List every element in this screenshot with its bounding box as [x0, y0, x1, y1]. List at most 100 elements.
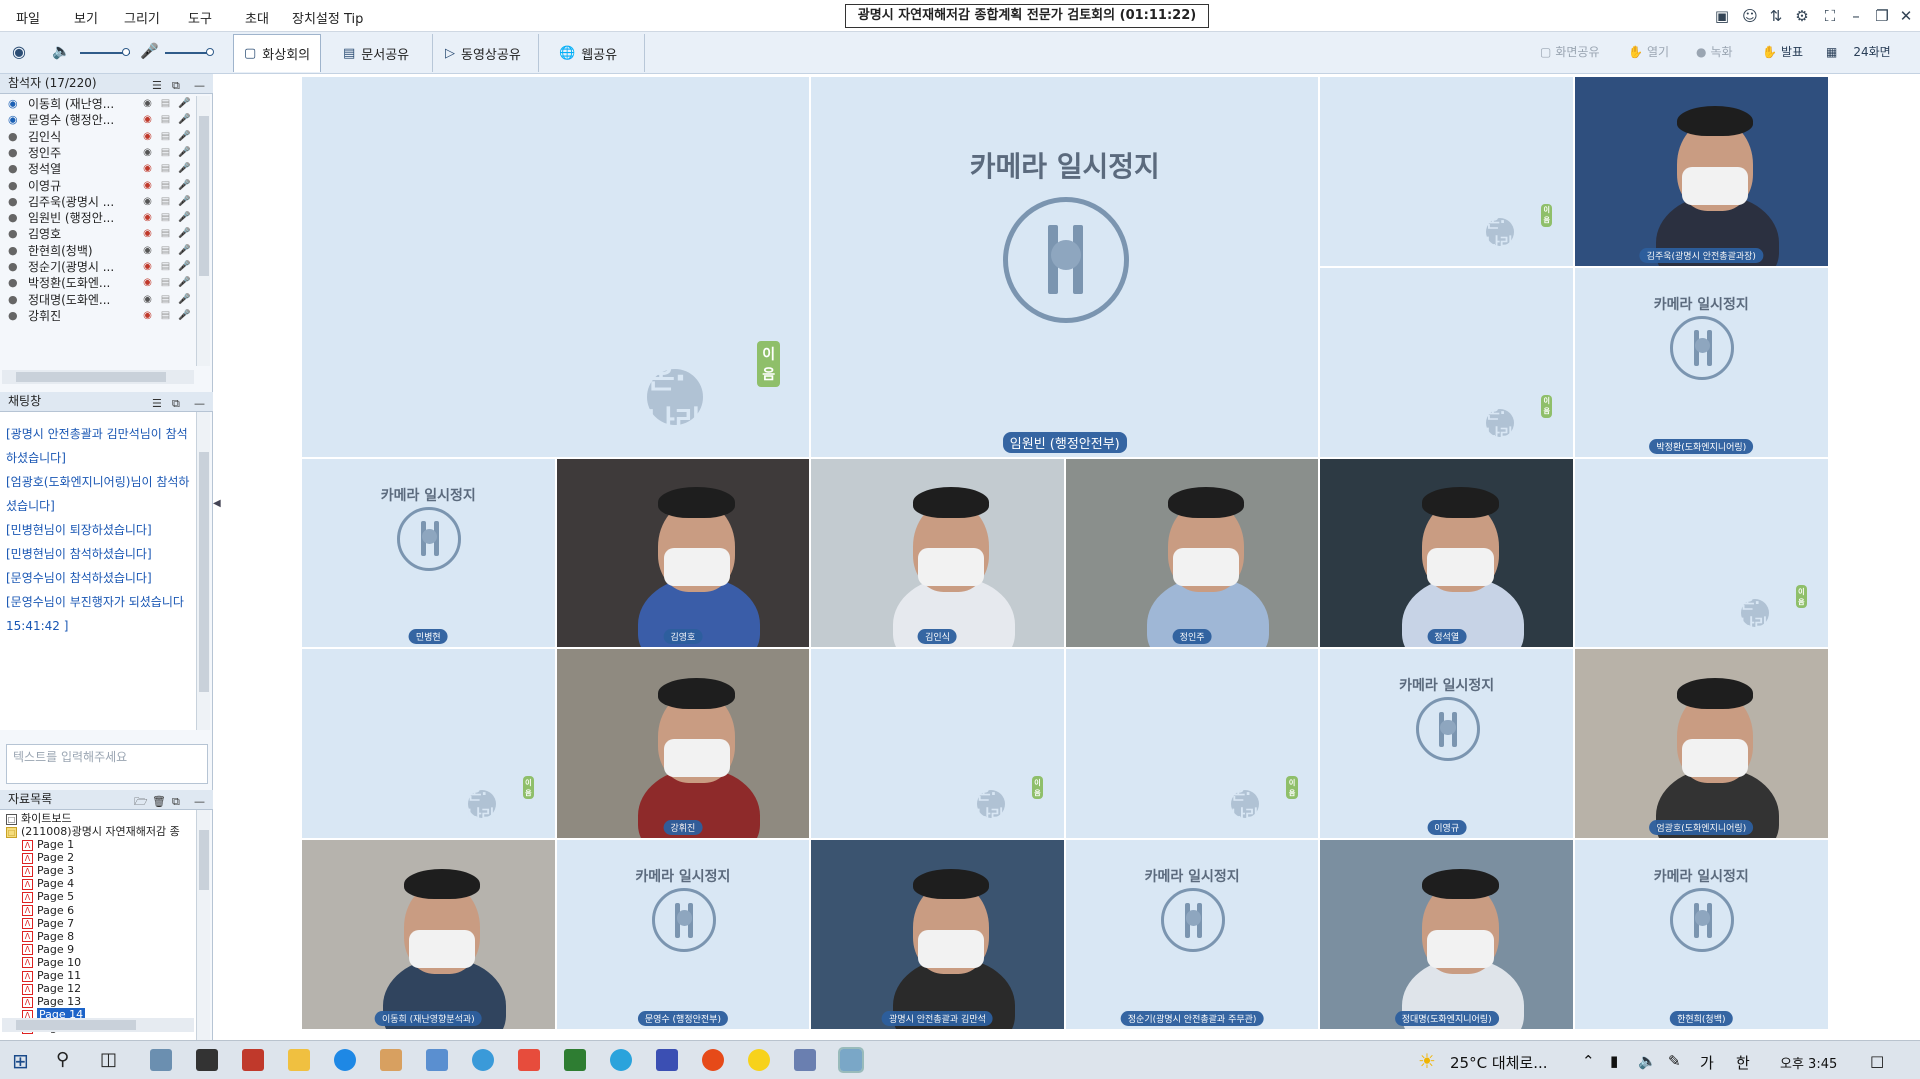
participant-row[interactable]: ● 정인주 ◉ ▤ 🎤	[6, 145, 194, 161]
camera-icon[interactable]: ◉	[142, 228, 153, 239]
save-icon[interactable]	[656, 1049, 678, 1071]
file-explorer-icon[interactable]	[288, 1049, 310, 1071]
user-icon[interactable]: ☺	[1740, 6, 1760, 26]
video-tile[interactable]: 카메라 일시정지 임원빈 (행정안전부)	[810, 76, 1320, 458]
camera-icon[interactable]: ◉	[142, 131, 153, 142]
page-item[interactable]: Λ Page 12	[22, 982, 81, 995]
layout-24-button[interactable]: ▦ 24화면	[1826, 43, 1891, 60]
speaker-volume-knob[interactable]	[122, 48, 130, 56]
menu-file[interactable]: 파일	[16, 8, 40, 27]
ie-icon[interactable]	[472, 1049, 494, 1071]
webcam-icon[interactable]: ◉	[12, 42, 26, 61]
document-icon[interactable]: ▤	[160, 294, 171, 305]
profile-icon[interactable]: ▣	[1712, 6, 1732, 26]
tab-video-share[interactable]: ▷ 동영상공유	[435, 34, 539, 72]
popout-icon[interactable]: ⧉	[172, 394, 180, 413]
scroll-thumb[interactable]	[199, 452, 209, 692]
popout-icon[interactable]: ⧉	[172, 792, 180, 811]
mic-icon[interactable]: 🎤	[178, 310, 190, 321]
participant-row[interactable]: ◉ 문영수 (행정안... ◉ ▤ 🎤	[6, 112, 194, 128]
search-icon[interactable]: ⚲	[56, 1049, 69, 1070]
camera-icon[interactable]: ◉	[142, 114, 153, 125]
participant-row[interactable]: ● 정석열 ◉ ▤ 🎤	[6, 161, 194, 177]
sort-icon[interactable]: ⇅	[1766, 6, 1786, 26]
menu-view[interactable]: 보기	[74, 8, 98, 27]
camera-icon[interactable]: ◉	[142, 212, 153, 223]
chevron-up-icon[interactable]: ⌃	[1582, 1052, 1595, 1070]
scroll-thumb[interactable]	[199, 830, 209, 890]
camera-icon[interactable]: ◉	[142, 98, 153, 109]
video-tile[interactable]: 광명시 안전총괄과 김만석	[810, 839, 1065, 1030]
participant-row[interactable]: ● 정순기(광명시 ... ◉ ▤ 🎤	[6, 259, 194, 275]
document-icon[interactable]: ▤	[160, 212, 171, 223]
tab-video-meeting[interactable]: ▢ 화상회의	[233, 34, 321, 72]
trash-icon[interactable]: 🗑	[152, 792, 166, 811]
page-item[interactable]: Λ Page 10	[22, 956, 81, 969]
video-tile[interactable]: 이동희 (재난영향분석과)	[301, 839, 556, 1030]
volume-icon[interactable]: 🔈	[1638, 1052, 1657, 1070]
store-icon[interactable]	[196, 1049, 218, 1071]
document-icon[interactable]: ▤	[160, 147, 171, 158]
camera-icon[interactable]: ◉	[142, 163, 153, 174]
video-tile[interactable]: 정대명(도화엔지니어링)	[1319, 839, 1574, 1030]
document-icon[interactable]: ▤	[160, 98, 171, 109]
participant-row[interactable]: ● 김인식 ◉ ▤ 🎤	[6, 129, 194, 145]
notification-icon[interactable]: □	[1870, 1052, 1884, 1070]
present-button[interactable]: ✋ 발표	[1762, 43, 1803, 60]
video-tile[interactable]: 카메라 일시정지 민병현	[301, 457, 556, 649]
menu-device-tip[interactable]: 장치설정 Tip	[292, 8, 363, 27]
ime-hangul[interactable]: 한	[1736, 1052, 1750, 1073]
video-tile[interactable]: 카메라 일시정지 한현희(청백)	[1574, 839, 1829, 1030]
page-item[interactable]: Λ Page 6	[22, 904, 74, 917]
video-tile[interactable]: 김인식	[810, 457, 1065, 649]
open-button[interactable]: ✋ 열기	[1628, 43, 1669, 60]
mic-icon[interactable]: 🎤	[178, 245, 190, 256]
document-icon[interactable]: ▤	[160, 310, 171, 321]
video-tile[interactable]: 온·나라 이음	[301, 76, 811, 458]
menu-tools[interactable]: 도구	[188, 8, 212, 27]
video-tile[interactable]: 카메라 일시정지 박정환(도화엔지니어링)	[1574, 266, 1829, 458]
app-icon[interactable]	[150, 1049, 172, 1071]
pycharm-icon[interactable]	[564, 1049, 586, 1071]
files-hscrollbar[interactable]	[2, 1018, 194, 1032]
page-item[interactable]: Λ Page 7	[22, 917, 74, 930]
camera-icon[interactable]: ◉	[142, 261, 153, 272]
app-icon[interactable]	[426, 1049, 448, 1071]
participant-row[interactable]: ● 임원빈 (행정안... ◉ ▤ 🎤	[6, 210, 194, 226]
participant-row[interactable]: ● 이영규 ◉ ▤ 🎤	[6, 178, 194, 194]
page-item[interactable]: Λ Page 8	[22, 930, 74, 943]
app-icon[interactable]	[794, 1049, 816, 1071]
page-item[interactable]: Λ Page 13	[22, 995, 81, 1008]
menu-invite[interactable]: 초대	[245, 8, 269, 27]
weather-text[interactable]: 25°C 대체로...	[1450, 1052, 1548, 1073]
collapse-icon[interactable]: —	[194, 394, 205, 413]
camera-icon[interactable]: ◉	[142, 277, 153, 288]
task-view-icon[interactable]: ◫	[100, 1049, 117, 1070]
mic-icon[interactable]: 🎤	[178, 131, 190, 142]
mic-icon[interactable]: 🎤	[178, 228, 190, 239]
participant-row[interactable]: ● 김영호 ◉ ▤ 🎤	[6, 226, 194, 242]
page-item[interactable]: Λ Page 9	[22, 943, 74, 956]
speaker-icon[interactable]: 🔈	[52, 42, 71, 60]
mic-icon[interactable]: 🎤	[178, 180, 190, 191]
mic-icon[interactable]: 🎤	[178, 294, 190, 305]
participant-row[interactable]: ● 한현희(청백) ◉ ▤ 🎤	[6, 243, 194, 259]
fullscreen-icon[interactable]: ⛶	[1820, 6, 1840, 26]
document-icon[interactable]: ▤	[160, 261, 171, 272]
document-icon[interactable]: ▤	[160, 245, 171, 256]
edge-icon[interactable]	[334, 1049, 356, 1071]
mic-icon[interactable]: 🎤	[178, 196, 190, 207]
files-scrollbar[interactable]	[196, 810, 210, 1079]
tab-web-share[interactable]: 🌐 웹공유	[549, 34, 645, 72]
telegram-icon[interactable]	[610, 1049, 632, 1071]
camera-icon[interactable]: ◉	[142, 294, 153, 305]
page-item[interactable]: Λ Page 5	[22, 890, 74, 903]
video-tile[interactable]: 온·나라 이음	[301, 648, 556, 840]
chat-scrollbar[interactable]	[196, 412, 210, 730]
video-tile[interactable]: 엄광호(도화엔지니어링)	[1574, 648, 1829, 840]
video-tile[interactable]: 카메라 일시정지 이영규	[1319, 648, 1574, 840]
app-icon[interactable]	[380, 1049, 402, 1071]
scroll-thumb[interactable]	[16, 1020, 136, 1030]
camera-icon[interactable]: ◉	[142, 196, 153, 207]
video-tile[interactable]: 김영호	[555, 457, 811, 649]
